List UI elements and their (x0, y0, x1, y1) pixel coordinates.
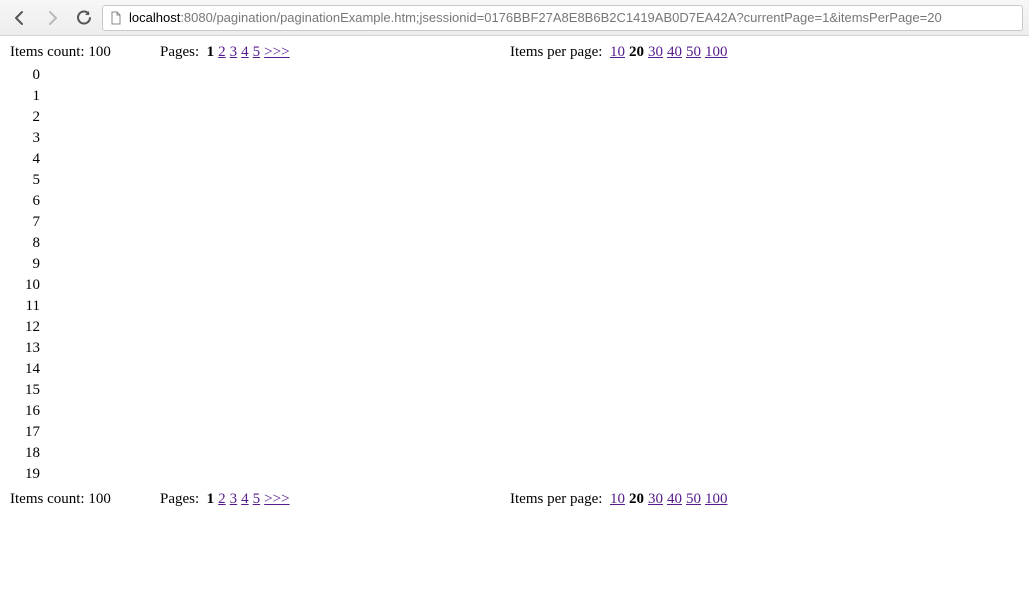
list-item-value: 2 (22, 109, 40, 126)
pages-block: Pages: 1 2 3 4 5 >>> (160, 491, 510, 508)
list-item: 12 (10, 317, 38, 338)
list-item-value: 6 (22, 193, 40, 210)
list-item: 1 (10, 86, 38, 107)
page-link-5[interactable]: 5 (253, 44, 261, 61)
arrow-right-icon (44, 10, 60, 26)
list-item-value: 16 (22, 403, 40, 420)
back-button[interactable] (6, 5, 34, 31)
items-list: 0 1 2 3 4 5 6 7 8 9 10 11 12 13 14 15 16… (10, 65, 1019, 485)
list-item: 7 (10, 212, 38, 233)
list-item-value: 18 (22, 445, 40, 462)
items-count: Items count: 100 (10, 491, 160, 508)
page-content: Items count: 100 Pages: 1 2 3 4 5 >>> It… (0, 36, 1029, 526)
items-count-label: Items count: (10, 491, 85, 507)
url-host: localhost (129, 10, 180, 25)
list-item: 6 (10, 191, 38, 212)
reload-button[interactable] (70, 5, 98, 31)
page-link-4[interactable]: 4 (241, 44, 249, 61)
list-item-value: 15 (22, 382, 40, 399)
page-link-3[interactable]: 3 (230, 44, 238, 61)
ipp-link-30[interactable]: 30 (648, 491, 663, 508)
arrow-left-icon (12, 10, 28, 26)
items-count: Items count: 100 (10, 44, 160, 61)
list-item-value: 0 (22, 67, 40, 84)
items-per-page-links: 10 20 30 40 50 100 (610, 44, 728, 61)
page-next-set[interactable]: >>> (264, 491, 289, 508)
list-item: 17 (10, 422, 38, 443)
ipp-link-100[interactable]: 100 (705, 491, 728, 508)
list-item-value: 4 (22, 151, 40, 168)
pagination-bar-bottom: Items count: 100 Pages: 1 2 3 4 5 >>> It… (10, 491, 1019, 508)
page-current: 1 (207, 44, 215, 61)
list-item-value: 5 (22, 172, 40, 189)
items-count-value: 100 (88, 491, 111, 507)
page-link-3[interactable]: 3 (230, 491, 238, 508)
pages-label: Pages: (160, 491, 199, 507)
list-item: 15 (10, 380, 38, 401)
list-item: 11 (10, 296, 38, 317)
pages-links: 1 2 3 4 5 >>> (207, 491, 290, 508)
ipp-link-40[interactable]: 40 (667, 44, 682, 61)
url-rest: :8080/pagination/paginationExample.htm;j… (180, 10, 941, 25)
pagination-bar-top: Items count: 100 Pages: 1 2 3 4 5 >>> It… (10, 44, 1019, 61)
list-item-value: 12 (22, 319, 40, 336)
pages-block: Pages: 1 2 3 4 5 >>> (160, 44, 510, 61)
list-item: 5 (10, 170, 38, 191)
list-item: 8 (10, 233, 38, 254)
address-bar[interactable]: localhost:8080/pagination/paginationExam… (102, 5, 1023, 31)
list-item: 0 (10, 65, 38, 86)
list-item: 19 (10, 464, 38, 485)
list-item: 14 (10, 359, 38, 380)
list-item-value: 14 (22, 361, 40, 378)
page-icon (109, 11, 123, 25)
list-item: 10 (10, 275, 38, 296)
items-per-page-label: Items per page: (510, 44, 602, 60)
page-link-4[interactable]: 4 (241, 491, 249, 508)
page-current: 1 (207, 491, 215, 508)
list-item-value: 17 (22, 424, 40, 441)
items-per-page-links: 10 20 30 40 50 100 (610, 491, 728, 508)
list-item-value: 9 (22, 256, 40, 273)
ipp-link-50[interactable]: 50 (686, 491, 701, 508)
ipp-current: 20 (629, 44, 644, 61)
list-item: 4 (10, 149, 38, 170)
ipp-link-10[interactable]: 10 (610, 491, 625, 508)
ipp-current: 20 (629, 491, 644, 508)
page-next-set[interactable]: >>> (264, 44, 289, 61)
list-item-value: 7 (22, 214, 40, 231)
reload-icon (76, 10, 92, 26)
ipp-link-50[interactable]: 50 (686, 44, 701, 61)
ipp-link-10[interactable]: 10 (610, 44, 625, 61)
list-item-value: 10 (22, 277, 40, 294)
page-link-2[interactable]: 2 (218, 491, 226, 508)
list-item-value: 13 (22, 340, 40, 357)
list-item: 13 (10, 338, 38, 359)
items-per-page-block: Items per page: 10 20 30 40 50 100 (510, 44, 727, 61)
ipp-link-100[interactable]: 100 (705, 44, 728, 61)
forward-button[interactable] (38, 5, 66, 31)
items-count-value: 100 (88, 44, 111, 60)
list-item-value: 19 (22, 466, 40, 483)
list-item: 9 (10, 254, 38, 275)
list-item-value: 8 (22, 235, 40, 252)
pages-links: 1 2 3 4 5 >>> (207, 44, 290, 61)
pages-label: Pages: (160, 44, 199, 60)
list-item-value: 11 (22, 298, 40, 315)
page-link-2[interactable]: 2 (218, 44, 226, 61)
list-item: 3 (10, 128, 38, 149)
browser-toolbar: localhost:8080/pagination/paginationExam… (0, 0, 1029, 36)
ipp-link-40[interactable]: 40 (667, 491, 682, 508)
page-link-5[interactable]: 5 (253, 491, 261, 508)
items-count-label: Items count: (10, 44, 85, 60)
items-per-page-block: Items per page: 10 20 30 40 50 100 (510, 491, 727, 508)
list-item: 18 (10, 443, 38, 464)
list-item: 16 (10, 401, 38, 422)
ipp-link-30[interactable]: 30 (648, 44, 663, 61)
list-item-value: 3 (22, 130, 40, 147)
list-item-value: 1 (22, 88, 40, 105)
address-bar-url: localhost:8080/pagination/paginationExam… (129, 10, 942, 25)
list-item: 2 (10, 107, 38, 128)
items-per-page-label: Items per page: (510, 491, 602, 507)
